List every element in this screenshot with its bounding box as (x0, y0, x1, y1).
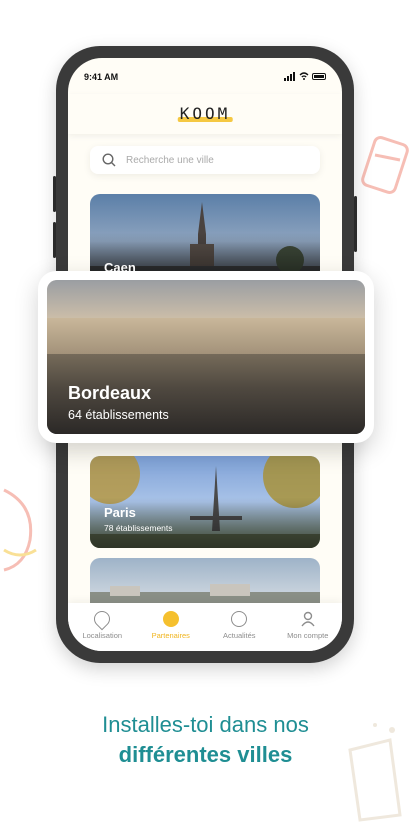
city-name: Paris (104, 505, 136, 520)
city-name: Bordeaux (68, 383, 152, 403)
phone-side-button (53, 176, 56, 212)
wifi-icon (299, 72, 309, 80)
signal-icon (284, 71, 296, 81)
tagline-line2: différentes villes (118, 742, 293, 767)
nav-label: Localisation (82, 631, 123, 640)
city-card-bordeaux[interactable]: Bordeaux 64 établissements (38, 271, 374, 443)
location-icon (90, 607, 114, 631)
compass-icon (231, 611, 248, 627)
drink-doodle-icon (361, 136, 409, 194)
building-illustration (47, 318, 365, 354)
search-icon (102, 153, 116, 167)
battery-icon (312, 72, 326, 80)
bottom-navigation: Localisation Partenaires Actualités Mon … (68, 603, 342, 651)
logo-text: KOOM (179, 104, 231, 123)
phone-side-button (53, 222, 56, 258)
city-card-caen[interactable]: Caen (90, 194, 320, 280)
search-input[interactable] (126, 154, 306, 166)
nav-localisation[interactable]: Localisation (68, 603, 137, 651)
search-bar[interactable] (90, 146, 320, 174)
phone-power-button (354, 196, 357, 252)
city-count: 78 établissements (104, 523, 173, 533)
nav-label: Actualités (222, 631, 256, 640)
system-indicators (284, 71, 326, 81)
bordeaux-photo: Bordeaux 64 établissements (47, 280, 365, 434)
status-time: 9:41 AM (84, 72, 119, 82)
partners-icon (162, 611, 179, 627)
tagline-line1: Installes-toi dans nos (102, 712, 309, 737)
pepper-doodle-icon (3, 488, 37, 572)
app-header: KOOM (68, 94, 342, 134)
nav-label: Mon compte (287, 631, 329, 640)
nav-mon-compte[interactable]: Mon compte (274, 603, 343, 651)
city-count: 64 établissements (68, 408, 169, 422)
koom-logo: KOOM (177, 104, 233, 123)
user-icon (301, 611, 315, 627)
tagline: Installes-toi dans nos différentes ville… (0, 712, 411, 768)
nav-actualites[interactable]: Actualités (205, 603, 274, 651)
city-card-paris[interactable]: Paris 78 établissements (90, 456, 320, 548)
nav-partenaires[interactable]: Partenaires (137, 603, 206, 651)
status-bar: 9:41 AM (68, 58, 342, 94)
nav-label: Partenaires (151, 631, 190, 640)
